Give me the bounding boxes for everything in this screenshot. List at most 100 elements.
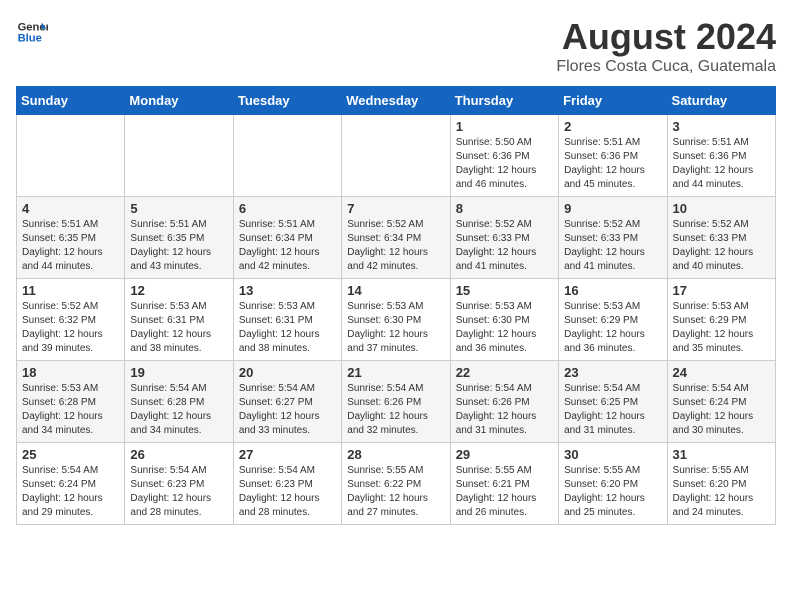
title-block: August 2024 Flores Costa Cuca, Guatemala <box>556 16 776 76</box>
calendar-cell: 3 Sunrise: 5:51 AM Sunset: 6:36 PM Daylig… <box>667 115 775 197</box>
day-info: Sunrise: 5:54 AM Sunset: 6:26 PM Dayligh… <box>347 382 444 438</box>
day-info: Sunrise: 5:54 AM Sunset: 6:23 PM Dayligh… <box>239 464 336 520</box>
day-info: Sunrise: 5:54 AM Sunset: 6:24 PM Dayligh… <box>673 382 770 438</box>
day-number: 17 <box>673 283 770 298</box>
day-number: 27 <box>239 447 336 462</box>
calendar-cell: 5 Sunrise: 5:51 AM Sunset: 6:35 PM Daylig… <box>125 197 233 279</box>
day-number: 5 <box>130 201 227 216</box>
day-info: Sunrise: 5:54 AM Sunset: 6:28 PM Dayligh… <box>130 382 227 438</box>
logo: General Blue <box>16 16 48 48</box>
day-number: 30 <box>564 447 661 462</box>
calendar-cell: 18Sunrise: 5:53 AM Sunset: 6:28 PM Dayli… <box>17 361 125 443</box>
weekday-header-wednesday: Wednesday <box>342 87 450 115</box>
calendar-cell: 31Sunrise: 5:55 AM Sunset: 6:20 PM Dayli… <box>667 443 775 525</box>
day-info: Sunrise: 5:53 AM Sunset: 6:31 PM Dayligh… <box>239 300 336 356</box>
calendar-cell: 4 Sunrise: 5:51 AM Sunset: 6:35 PM Daylig… <box>17 197 125 279</box>
calendar-cell: 9 Sunrise: 5:52 AM Sunset: 6:33 PM Daylig… <box>559 197 667 279</box>
day-info: Sunrise: 5:52 AM Sunset: 6:32 PM Dayligh… <box>22 300 119 356</box>
weekday-header-tuesday: Tuesday <box>233 87 341 115</box>
day-info: Sunrise: 5:52 AM Sunset: 6:33 PM Dayligh… <box>456 218 553 274</box>
calendar-cell: 1 Sunrise: 5:50 AM Sunset: 6:36 PM Daylig… <box>450 115 558 197</box>
day-number: 7 <box>347 201 444 216</box>
calendar-cell: 16 Sunrise: 5:53 AM Sunset: 6:29 PM Dayli… <box>559 279 667 361</box>
day-info: Sunrise: 5:54 AM Sunset: 6:25 PM Dayligh… <box>564 382 661 438</box>
week-row-2: 4 Sunrise: 5:51 AM Sunset: 6:35 PM Daylig… <box>17 197 776 279</box>
calendar-cell <box>17 115 125 197</box>
calendar-table: SundayMondayTuesdayWednesdayThursdayFrid… <box>16 86 776 525</box>
day-info: Sunrise: 5:51 AM Sunset: 6:36 PM Dayligh… <box>673 136 770 192</box>
day-number: 21 <box>347 365 444 380</box>
day-number: 23 <box>564 365 661 380</box>
svg-text:Blue: Blue <box>18 33 42 45</box>
day-number: 29 <box>456 447 553 462</box>
calendar-cell: 17 Sunrise: 5:53 AM Sunset: 6:29 PM Dayli… <box>667 279 775 361</box>
week-row-5: 25 Sunrise: 5:54 AM Sunset: 6:24 PM Dayli… <box>17 443 776 525</box>
calendar-cell: 21 Sunrise: 5:54 AM Sunset: 6:26 PM Dayli… <box>342 361 450 443</box>
logo-icon: General Blue <box>16 16 48 48</box>
day-info: Sunrise: 5:53 AM Sunset: 6:28 PM Dayligh… <box>22 382 119 438</box>
calendar-cell: 30Sunrise: 5:55 AM Sunset: 6:20 PM Dayli… <box>559 443 667 525</box>
calendar-cell: 7 Sunrise: 5:52 AM Sunset: 6:34 PM Daylig… <box>342 197 450 279</box>
calendar-cell <box>342 115 450 197</box>
day-number: 11 <box>22 283 119 298</box>
calendar-cell: 29 Sunrise: 5:55 AM Sunset: 6:21 PM Dayli… <box>450 443 558 525</box>
day-number: 4 <box>22 201 119 216</box>
weekday-header-friday: Friday <box>559 87 667 115</box>
calendar-subtitle: Flores Costa Cuca, Guatemala <box>556 58 776 76</box>
day-info: Sunrise: 5:53 AM Sunset: 6:30 PM Dayligh… <box>347 300 444 356</box>
calendar-cell: 15 Sunrise: 5:53 AM Sunset: 6:30 PM Dayli… <box>450 279 558 361</box>
day-info: Sunrise: 5:54 AM Sunset: 6:26 PM Dayligh… <box>456 382 553 438</box>
day-number: 25 <box>22 447 119 462</box>
day-number: 26 <box>130 447 227 462</box>
day-info: Sunrise: 5:55 AM Sunset: 6:22 PM Dayligh… <box>347 464 444 520</box>
day-info: Sunrise: 5:53 AM Sunset: 6:29 PM Dayligh… <box>564 300 661 356</box>
day-info: Sunrise: 5:54 AM Sunset: 6:27 PM Dayligh… <box>239 382 336 438</box>
calendar-cell: 24 Sunrise: 5:54 AM Sunset: 6:24 PM Dayli… <box>667 361 775 443</box>
day-info: Sunrise: 5:51 AM Sunset: 6:35 PM Dayligh… <box>130 218 227 274</box>
day-number: 22 <box>456 365 553 380</box>
calendar-cell: 26 Sunrise: 5:54 AM Sunset: 6:23 PM Dayli… <box>125 443 233 525</box>
day-number: 8 <box>456 201 553 216</box>
day-info: Sunrise: 5:51 AM Sunset: 6:36 PM Dayligh… <box>564 136 661 192</box>
week-row-1: 1 Sunrise: 5:50 AM Sunset: 6:36 PM Daylig… <box>17 115 776 197</box>
day-number: 14 <box>347 283 444 298</box>
calendar-cell: 23 Sunrise: 5:54 AM Sunset: 6:25 PM Dayli… <box>559 361 667 443</box>
day-info: Sunrise: 5:52 AM Sunset: 6:34 PM Dayligh… <box>347 218 444 274</box>
calendar-cell: 19Sunrise: 5:54 AM Sunset: 6:28 PM Dayli… <box>125 361 233 443</box>
calendar-cell: 11 Sunrise: 5:52 AM Sunset: 6:32 PM Dayli… <box>17 279 125 361</box>
day-info: Sunrise: 5:53 AM Sunset: 6:31 PM Dayligh… <box>130 300 227 356</box>
calendar-cell: 22 Sunrise: 5:54 AM Sunset: 6:26 PM Dayli… <box>450 361 558 443</box>
weekday-header-sunday: Sunday <box>17 87 125 115</box>
day-number: 9 <box>564 201 661 216</box>
day-info: Sunrise: 5:50 AM Sunset: 6:36 PM Dayligh… <box>456 136 553 192</box>
day-number: 24 <box>673 365 770 380</box>
day-number: 6 <box>239 201 336 216</box>
calendar-title: August 2024 <box>556 16 776 58</box>
day-info: Sunrise: 5:54 AM Sunset: 6:24 PM Dayligh… <box>22 464 119 520</box>
day-info: Sunrise: 5:52 AM Sunset: 6:33 PM Dayligh… <box>673 218 770 274</box>
day-number: 10 <box>673 201 770 216</box>
day-info: Sunrise: 5:55 AM Sunset: 6:21 PM Dayligh… <box>456 464 553 520</box>
day-number: 2 <box>564 119 661 134</box>
weekday-header-row: SundayMondayTuesdayWednesdayThursdayFrid… <box>17 87 776 115</box>
calendar-cell <box>125 115 233 197</box>
day-number: 20 <box>239 365 336 380</box>
day-info: Sunrise: 5:54 AM Sunset: 6:23 PM Dayligh… <box>130 464 227 520</box>
day-number: 28 <box>347 447 444 462</box>
weekday-header-thursday: Thursday <box>450 87 558 115</box>
day-number: 1 <box>456 119 553 134</box>
calendar-cell: 25 Sunrise: 5:54 AM Sunset: 6:24 PM Dayli… <box>17 443 125 525</box>
day-info: Sunrise: 5:51 AM Sunset: 6:35 PM Dayligh… <box>22 218 119 274</box>
day-info: Sunrise: 5:51 AM Sunset: 6:34 PM Dayligh… <box>239 218 336 274</box>
calendar-cell: 28 Sunrise: 5:55 AM Sunset: 6:22 PM Dayli… <box>342 443 450 525</box>
day-number: 15 <box>456 283 553 298</box>
week-row-3: 11 Sunrise: 5:52 AM Sunset: 6:32 PM Dayli… <box>17 279 776 361</box>
calendar-cell: 8 Sunrise: 5:52 AM Sunset: 6:33 PM Daylig… <box>450 197 558 279</box>
day-info: Sunrise: 5:53 AM Sunset: 6:29 PM Dayligh… <box>673 300 770 356</box>
day-info: Sunrise: 5:52 AM Sunset: 6:33 PM Dayligh… <box>564 218 661 274</box>
day-number: 3 <box>673 119 770 134</box>
week-row-4: 18Sunrise: 5:53 AM Sunset: 6:28 PM Dayli… <box>17 361 776 443</box>
calendar-cell: 27 Sunrise: 5:54 AM Sunset: 6:23 PM Dayli… <box>233 443 341 525</box>
day-info: Sunrise: 5:53 AM Sunset: 6:30 PM Dayligh… <box>456 300 553 356</box>
day-number: 16 <box>564 283 661 298</box>
